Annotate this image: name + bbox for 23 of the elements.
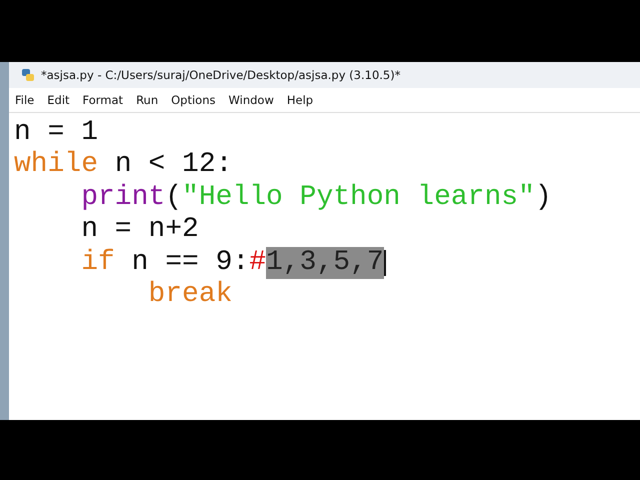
code-editor[interactable]: n = 1 while n < 12: print("Hello Python learns") n = n+2 if n == 9:#1,3,5,7 break <box>9 113 640 420</box>
selected-text: 1,3,5,7 <box>266 246 384 279</box>
code-text: ( <box>165 182 182 214</box>
menu-item[interactable]: Options <box>171 93 216 107</box>
menu-item[interactable]: Edit <box>47 93 70 107</box>
menu-item[interactable]: Format <box>82 93 124 107</box>
menu-item[interactable]: File <box>15 93 34 107</box>
keyword-text: if <box>81 246 115 279</box>
comment-text: # <box>249 246 266 279</box>
builtin-text: print <box>81 182 166 214</box>
keyword-text: while <box>14 149 98 182</box>
code-text: n = n+2 <box>81 214 199 247</box>
string-text: "Hello Python learns" <box>182 182 535 214</box>
menu-item[interactable]: Window <box>228 93 274 107</box>
code-text: n = 1 <box>14 117 98 150</box>
menu-item[interactable]: Run <box>136 93 158 107</box>
window-title: *asjsa.py - C:/Users/suraj/OneDrive/Desktop/asjsa.py (3.10.5)* <box>41 68 400 82</box>
code-text: ) <box>534 182 552 214</box>
menu-item[interactable]: Help <box>286 93 314 107</box>
code-text: n == 9: <box>130 246 250 279</box>
code-text: n < 12: <box>114 149 232 182</box>
keyword-text: break <box>148 278 232 312</box>
python-icon <box>21 68 35 82</box>
